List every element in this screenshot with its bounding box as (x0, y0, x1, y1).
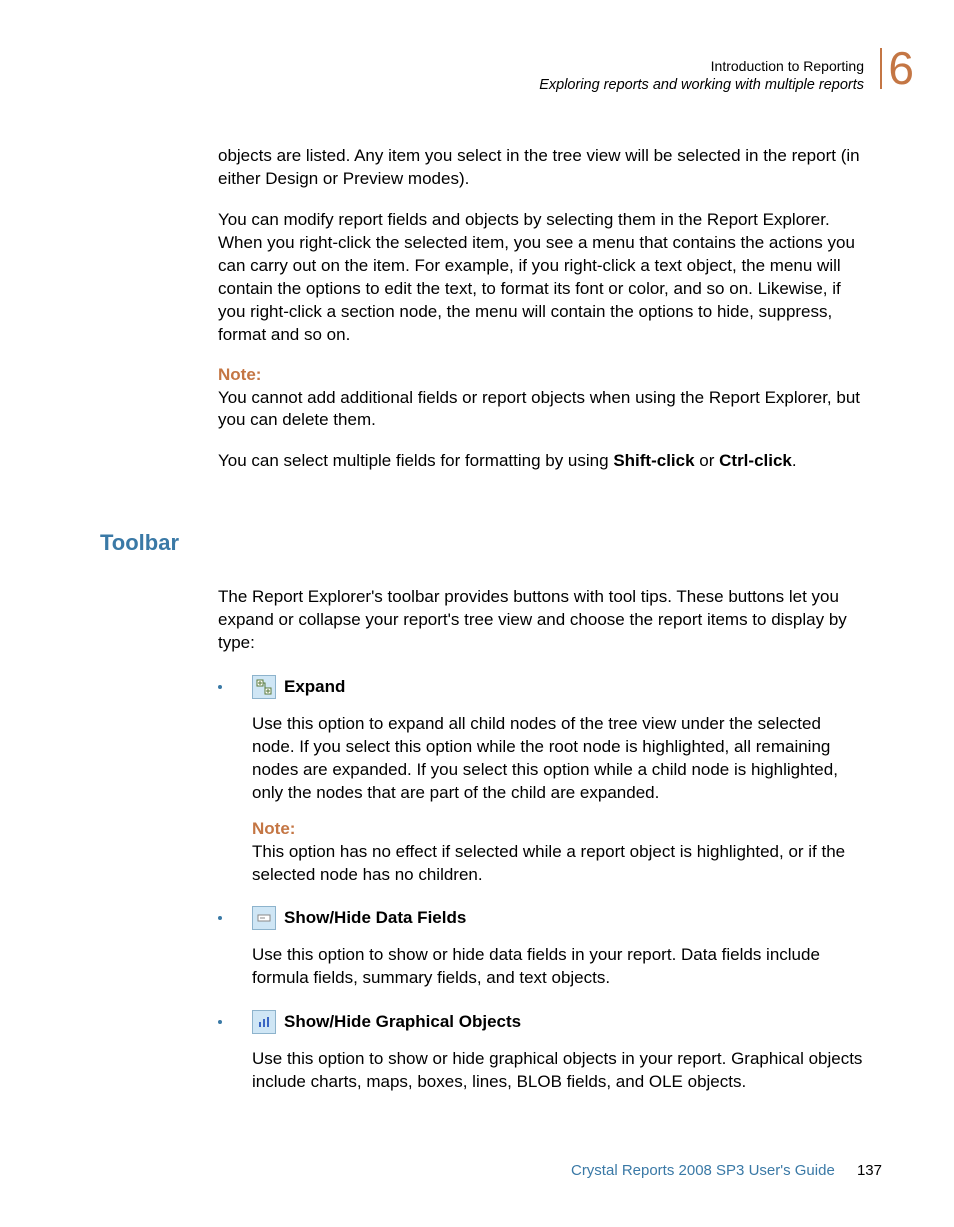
toolbar-item-description: Use this option to expand all child node… (252, 713, 868, 805)
text-run: or (695, 451, 720, 470)
keyboard-shortcut: Shift-click (613, 451, 694, 470)
text-run: . (792, 451, 797, 470)
toolbar-item-data-fields: Show/Hide Data Fields Use this option to… (218, 906, 868, 990)
bullet-icon (218, 685, 222, 689)
breadcrumb-section: Exploring reports and working with multi… (539, 77, 864, 93)
toolbar-item-title: Show/Hide Graphical Objects (284, 1012, 521, 1032)
footer-doc-title: Crystal Reports 2008 SP3 User's Guide (571, 1162, 835, 1179)
bullet-icon (218, 916, 222, 920)
page-footer: Crystal Reports 2008 SP3 User's Guide 13… (571, 1162, 882, 1179)
toolbar-item-graphical-objects: Show/Hide Graphical Objects Use this opt… (218, 1010, 868, 1094)
graphical-objects-icon (252, 1010, 276, 1034)
expand-icon (252, 675, 276, 699)
chapter-number: 6 (880, 48, 914, 89)
toolbar-item-title: Expand (284, 677, 345, 697)
paragraph: objects are listed. Any item you select … (218, 145, 868, 191)
note-label: Note: (218, 365, 868, 385)
page-number: 137 (857, 1162, 882, 1179)
note-label: Note: (252, 819, 868, 839)
toolbar-item-expand: Expand Use this option to expand all chi… (218, 675, 868, 887)
toolbar-item-description: Use this option to show or hide data fie… (252, 944, 868, 990)
keyboard-shortcut: Ctrl-click (719, 451, 792, 470)
note-body: This option has no effect if selected wh… (252, 841, 868, 887)
breadcrumb-chapter: Introduction to Reporting (539, 58, 864, 74)
toolbar-item-description: Use this option to show or hide graphica… (252, 1048, 868, 1094)
note-body: You cannot add additional fields or repo… (218, 387, 868, 433)
toolbar-item-title: Show/Hide Data Fields (284, 908, 466, 928)
toolbar-intro: The Report Explorer's toolbar provides b… (218, 586, 868, 655)
bullet-icon (218, 1020, 222, 1024)
section-heading-toolbar: Toolbar (100, 530, 179, 556)
text-run: You can select multiple fields for forma… (218, 451, 613, 470)
paragraph: You can modify report fields and objects… (218, 209, 868, 347)
data-fields-icon (252, 906, 276, 930)
paragraph: You can select multiple fields for forma… (218, 450, 868, 473)
